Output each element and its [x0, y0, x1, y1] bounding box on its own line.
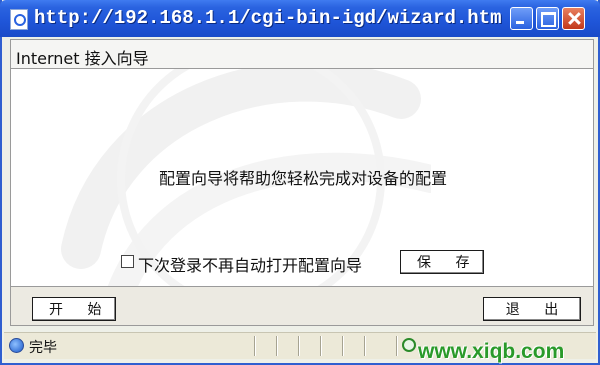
status-divider [276, 336, 277, 356]
status-text: 完毕 [29, 340, 57, 356]
maximize-icon[interactable] [536, 7, 559, 30]
window-title: http://192.168.1.1/cgi-bin-igd/wizard.ht… [34, 7, 559, 29]
auto-open-checkbox[interactable] [121, 255, 134, 268]
minimize-icon[interactable] [510, 7, 533, 30]
status-divider [342, 336, 343, 356]
auto-open-label[interactable]: 下次登录不再自动打开配置向导 [138, 252, 362, 276]
page-icon [10, 9, 28, 30]
zone-icon [402, 338, 416, 352]
status-divider [396, 336, 397, 356]
status-divider [254, 336, 255, 356]
wizard-message: 配置向导将帮助您轻松完成对设备的配置 [158, 169, 447, 188]
title-bar[interactable]: http://192.168.1.1/cgi-bin-igd/wizard.ht… [0, 0, 600, 37]
section-header: Internet 接入向导 [10, 39, 594, 69]
status-divider [298, 336, 299, 356]
wizard-content: 配置向导将帮助您轻松完成对设备的配置 下次登录不再自动打开配置向导 [10, 69, 594, 286]
start-button[interactable]: 开 始 [32, 297, 116, 321]
status-divider [320, 336, 321, 356]
ie-status-icon [9, 338, 24, 353]
status-divider [364, 336, 365, 356]
page-title: Internet 接入向导 [16, 49, 149, 68]
save-button[interactable]: 保 存 [400, 250, 484, 274]
exit-button[interactable]: 退 出 [483, 297, 581, 321]
site-watermark: www.xiqb.com [418, 340, 565, 363]
close-icon[interactable] [562, 7, 585, 30]
